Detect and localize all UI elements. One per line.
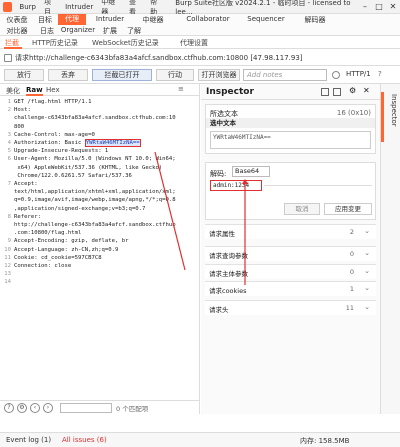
annotation-overlay: [154, 151, 248, 285]
event-log-link[interactable]: Event log (1): [6, 436, 51, 444]
all-issues-link[interactable]: All issues (6): [62, 436, 107, 444]
annotation-arrow-left: [154, 151, 186, 271]
memory-usage: 内存: 158.5MB: [300, 437, 350, 445]
status-bar: Event log (1) All issues (6) 内存: 158.5MB: [0, 432, 400, 447]
annotation-arrowhead: [242, 179, 248, 184]
